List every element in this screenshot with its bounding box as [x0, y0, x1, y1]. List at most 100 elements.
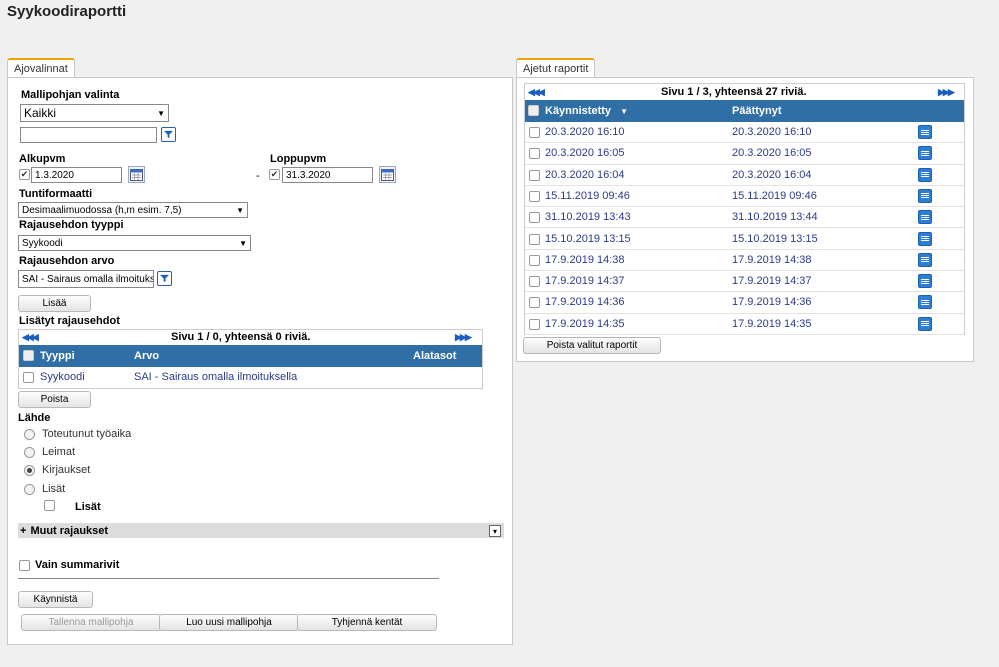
report-icon[interactable]	[918, 125, 932, 139]
start-date-input[interactable]: 1.3.2020	[31, 167, 122, 183]
condition-value-label: Rajausehdon arvo	[19, 255, 115, 267]
report-icon[interactable]	[918, 146, 932, 161]
template-filter-input[interactable]	[20, 127, 157, 143]
report-ended-cell: 17.9.2019 14:36	[732, 296, 812, 309]
report-row-checkbox[interactable]	[529, 169, 540, 181]
condition-type-label: Rajausehdon tyyppi	[19, 219, 124, 231]
report-row-checkbox[interactable]	[529, 318, 540, 330]
end-date-checkbox[interactable]: ✔	[269, 169, 280, 180]
report-row-checkbox[interactable]	[529, 212, 540, 224]
report-started-cell: 17.9.2019 14:37	[545, 275, 625, 288]
report-ended-cell: 17.9.2019 14:37	[732, 275, 812, 288]
report-icon[interactable]	[918, 210, 932, 225]
additions-checkbox-label: Lisät	[75, 501, 101, 513]
report-row[interactable]: 20.3.2020 16:05 20.3.2020 16:05	[525, 143, 964, 165]
report-icon[interactable]	[918, 274, 932, 289]
report-icon[interactable]	[918, 295, 932, 310]
save-template-button[interactable]: Tallenna mallipohja	[21, 614, 161, 631]
report-icon[interactable]	[918, 188, 932, 203]
summary-only-checkbox[interactable]	[19, 560, 30, 571]
delete-selected-reports-button[interactable]: Poista valitut raportit	[523, 337, 661, 354]
start-date-checkbox[interactable]: ✔	[19, 169, 30, 180]
additions-checkbox[interactable]	[44, 500, 55, 511]
first-page-icon[interactable]: ◀◀◀	[528, 87, 545, 98]
report-started-cell: 17.9.2019 14:35	[545, 317, 625, 330]
radio-additions[interactable]	[24, 484, 35, 495]
remove-condition-button[interactable]: Poista	[18, 391, 91, 408]
column-started[interactable]: Käynnistetty ▼	[545, 105, 628, 117]
column-sublevels[interactable]: Alatasot	[413, 350, 456, 362]
run-button[interactable]: Käynnistä	[18, 591, 93, 608]
expand-plus-icon: +	[20, 524, 27, 537]
select-all-checkbox[interactable]	[23, 350, 34, 361]
template-label: Mallipohjan valinta	[21, 89, 120, 101]
report-row[interactable]: 20.3.2020 16:10 20.3.2020 16:10	[525, 122, 964, 144]
column-ended[interactable]: Päättynyt	[732, 105, 782, 117]
sort-desc-icon: ▼	[620, 107, 629, 116]
report-started-cell: 17.9.2019 14:36	[545, 296, 625, 309]
filter-icon[interactable]	[161, 127, 176, 142]
report-icon[interactable]	[918, 316, 932, 331]
page-title: Syykoodiraportti	[7, 3, 127, 20]
report-row[interactable]: 17.9.2019 14:35 17.9.2019 14:35	[525, 314, 964, 335]
clear-fields-button[interactable]: Tyhjennä kentät	[297, 614, 437, 631]
report-started-cell: 17.9.2019 14:38	[545, 253, 625, 266]
tab-ajetut-raportit[interactable]: Ajetut raportit	[516, 58, 596, 78]
condition-value-cell: SAI - Sairaus omalla ilmoituksella	[134, 371, 298, 383]
new-template-button[interactable]: Luo uusi mallipohja	[159, 614, 299, 631]
added-conditions-pager: Sivu 1 / 0, yhteensä 0 riviä.	[171, 331, 311, 343]
first-page-icon[interactable]: ◀◀◀	[22, 332, 39, 343]
filter-icon[interactable]	[157, 271, 172, 286]
report-row-checkbox[interactable]	[529, 276, 540, 288]
calendar-icon[interactable]	[379, 166, 396, 183]
radio-label-additions: Lisät	[42, 483, 66, 495]
added-conditions-label: Lisätyt rajausehdot	[19, 315, 120, 327]
report-row-checkbox[interactable]	[529, 190, 540, 202]
report-icon[interactable]	[918, 167, 932, 182]
report-row-checkbox[interactable]	[529, 233, 540, 245]
radio-label-stamps: Leimat	[42, 446, 76, 458]
expand-chevron-icon[interactable]: ▾	[489, 525, 501, 537]
radio-realized-worktime[interactable]	[24, 429, 35, 440]
report-row-checkbox[interactable]	[529, 127, 540, 138]
condition-type-select[interactable]: Syykoodi ▼	[18, 235, 251, 251]
hour-format-selected: Desimaalimuodossa (h,m esim. 7,5)	[22, 204, 182, 216]
row-checkbox[interactable]	[23, 372, 34, 383]
radio-selected-dot	[27, 468, 32, 473]
report-row-checkbox[interactable]	[529, 297, 540, 309]
summary-only-label: Vain summarivit	[35, 559, 120, 571]
report-row[interactable]: 31.10.2019 13:43 31.10.2019 13:44	[525, 207, 964, 229]
report-icon[interactable]	[918, 231, 932, 246]
report-row[interactable]: 20.3.2020 16:04 20.3.2020 16:04	[525, 165, 964, 186]
radio-stamps[interactable]	[24, 447, 35, 458]
condition-value-input[interactable]: SAI - Sairaus omalla ilmoituksella	[18, 270, 154, 288]
end-date-input[interactable]: 31.3.2020	[282, 167, 373, 183]
template-select[interactable]: Kaikki ▼	[20, 104, 169, 122]
template-selected: Kaikki	[24, 106, 57, 120]
end-date-label: Loppupvm	[270, 153, 327, 165]
calendar-icon[interactable]	[128, 166, 145, 183]
report-row[interactable]: 15.10.2019 13:15 15.10.2019 13:15	[525, 229, 964, 250]
tab-ajovalinnat[interactable]: Ajovalinnat	[7, 58, 75, 78]
report-row[interactable]: 15.11.2019 09:46 15.11.2019 09:46	[525, 186, 964, 208]
add-condition-button[interactable]: Lisää	[18, 295, 91, 312]
report-row[interactable]: 17.9.2019 14:38 17.9.2019 14:38	[525, 250, 964, 272]
hour-format-select[interactable]: Desimaalimuodossa (h,m esim. 7,5) ▼	[18, 202, 248, 218]
radio-label-realized-worktime: Toteutunut työaika	[42, 428, 132, 440]
source-label: Lähde	[18, 412, 51, 424]
column-type[interactable]: Tyyppi	[40, 350, 75, 362]
last-page-icon[interactable]: ▶▶▶	[455, 332, 472, 343]
select-all-reports-checkbox[interactable]	[528, 105, 539, 116]
report-row-checkbox[interactable]	[529, 148, 540, 160]
report-row[interactable]: 17.9.2019 14:37 17.9.2019 14:37	[525, 271, 964, 293]
last-page-icon[interactable]: ▶▶▶	[938, 87, 955, 98]
report-ended-cell: 15.11.2019 09:46	[732, 189, 817, 202]
other-conditions-bar[interactable]: + Muut rajaukset	[18, 523, 504, 538]
column-value[interactable]: Arvo	[134, 350, 159, 362]
radio-entries[interactable]	[24, 465, 35, 476]
condition-type-cell: Syykoodi	[40, 371, 85, 383]
divider	[18, 578, 439, 579]
report-row[interactable]: 17.9.2019 14:36 17.9.2019 14:36	[525, 292, 964, 314]
report-icon[interactable]	[918, 252, 932, 267]
report-row-checkbox[interactable]	[529, 254, 540, 266]
